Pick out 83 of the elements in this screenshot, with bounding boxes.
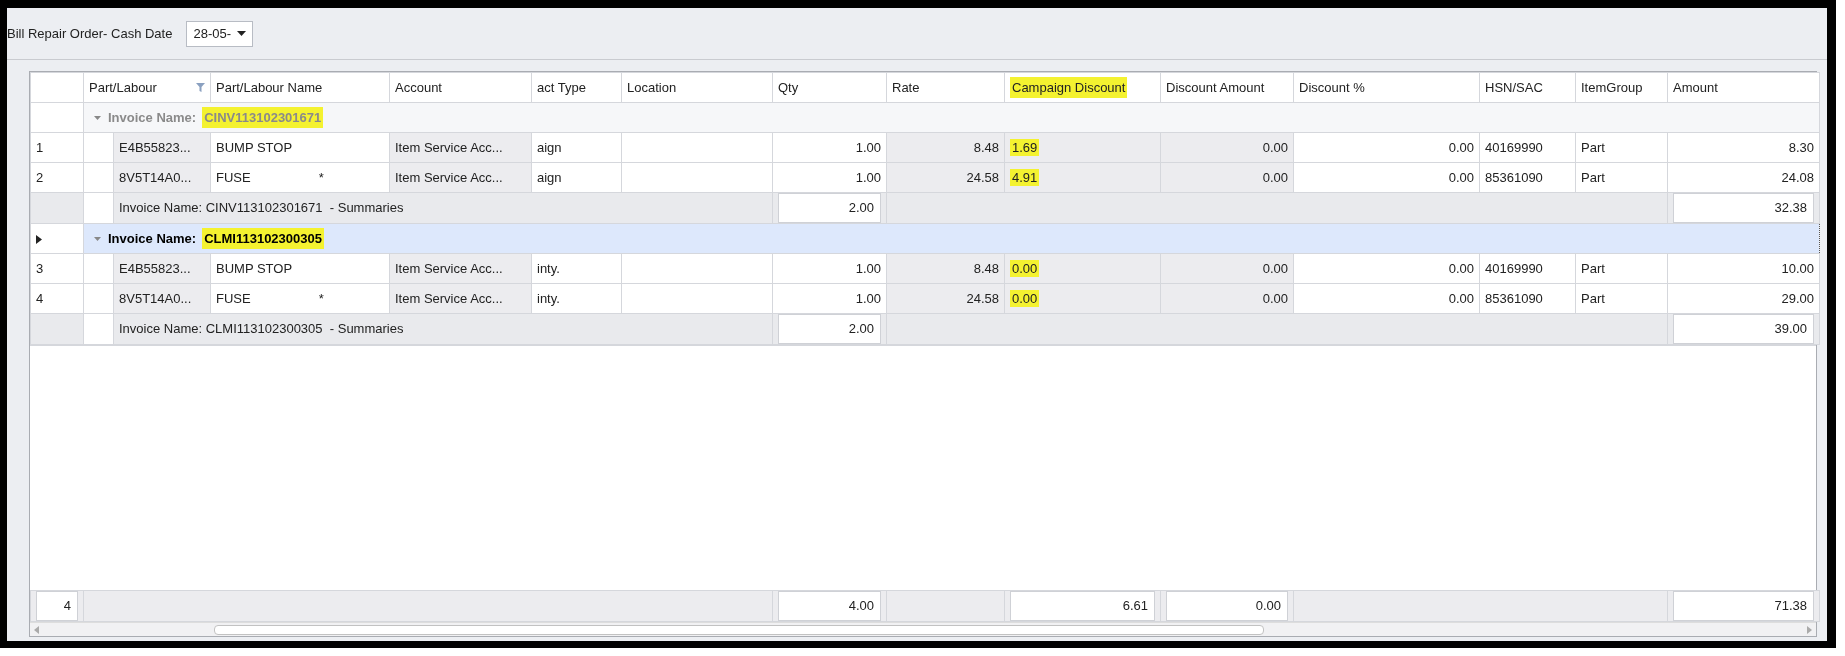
row-number: 3	[30, 253, 84, 284]
table-cell: 0.00	[1293, 162, 1480, 193]
table-cell: 1.00	[772, 132, 887, 163]
table-cell: 0.00	[1293, 132, 1480, 163]
table-cell: FUSE	[216, 290, 251, 306]
table-cell: 8.30	[1667, 132, 1820, 163]
group-label: Invoice Name:	[108, 229, 197, 248]
table-cell: Item Service Acc...	[389, 253, 532, 284]
table-cell: 10.00	[1667, 253, 1820, 284]
table-cell: Part	[1575, 162, 1668, 193]
group-label: Invoice Name:	[108, 108, 197, 127]
table-cell: 0.00	[1160, 253, 1294, 284]
table-cell: 24.58	[886, 162, 1005, 193]
table-cell: 85361090	[1479, 283, 1576, 314]
column-header[interactable]: Qty	[778, 77, 799, 98]
table-cell: 40169990	[1479, 253, 1576, 284]
total-value: 6.61	[1010, 591, 1156, 621]
scroll-left-icon[interactable]	[34, 625, 40, 634]
summary-total: 39.00	[1673, 314, 1814, 344]
scroll-right-icon[interactable]	[1806, 625, 1812, 634]
table-cell: 1.69	[1010, 138, 1040, 156]
table-cell: E4B55823...	[113, 253, 211, 284]
table-cell: 8.48	[886, 253, 1005, 284]
column-header[interactable]: Campaign Discount	[1010, 76, 1128, 99]
summary-total: 32.38	[1673, 193, 1814, 223]
column-header[interactable]: Rate	[892, 77, 920, 98]
table-cell: 0.00	[1293, 253, 1480, 284]
table-cell: BUMP STOP	[210, 132, 390, 163]
table-cell: 8.48	[886, 132, 1005, 163]
collapse-caret-icon[interactable]	[93, 113, 102, 122]
asterisk-mark: *	[318, 290, 324, 306]
table-cell: Item Service Acc...	[389, 283, 532, 314]
table-cell: 1.00	[772, 253, 887, 284]
total-value: 4	[36, 591, 78, 621]
table-cell: 0.00	[1160, 162, 1294, 193]
table-cell: 1.00	[772, 283, 887, 314]
date-dropdown[interactable]: 28-05-	[186, 20, 254, 47]
table-cell: 0.00	[1160, 283, 1294, 314]
table-cell: Part	[1575, 253, 1668, 284]
table-cell: Part	[1575, 132, 1668, 163]
summary-label: Invoice Name: CLMI113102300305 - Summaries	[119, 321, 404, 337]
table-cell: 40169990	[1479, 132, 1576, 163]
table-cell: 0.00	[1010, 259, 1040, 277]
table-cell: 29.00	[1667, 283, 1820, 314]
column-header[interactable]: Amount	[1673, 77, 1718, 98]
total-value: 71.38	[1673, 591, 1815, 621]
table-cell: 0.00	[1010, 289, 1040, 307]
table-cell: Item Service Acc...	[389, 132, 532, 163]
table-cell: Part	[1575, 283, 1668, 314]
table-cell: E4B55823...	[113, 132, 211, 163]
row-number: 1	[30, 132, 84, 163]
table-cell: 0.00	[1160, 132, 1294, 163]
table-cell: inty.	[531, 283, 622, 314]
table-cell: 24.58	[886, 283, 1005, 314]
table-cell: 4.91	[1010, 168, 1040, 186]
total-value: 4.00	[778, 591, 882, 621]
table-cell: 8V5T14A0...	[113, 283, 211, 314]
table-cell: inty.	[531, 253, 622, 284]
table-cell: 8V5T14A0...	[113, 162, 211, 193]
table-cell: 1.00	[772, 162, 887, 193]
group-name: CLMI113102300305	[202, 227, 324, 250]
scrollbar-thumb[interactable]	[214, 624, 1264, 635]
table-cell: BUMP STOP	[210, 253, 390, 284]
summary-label: Invoice Name: CINV113102301671 - Summaries	[119, 200, 404, 216]
row-number: 2	[30, 162, 84, 193]
table-cell: 24.08	[1667, 162, 1820, 193]
filter-icon[interactable]	[196, 83, 205, 92]
table-cell: 85361090	[1479, 162, 1576, 193]
toolbar-label: Bill Repair Order- Cash Date	[7, 24, 173, 43]
asterisk-mark: *	[318, 169, 324, 185]
table-cell: Item Service Acc...	[389, 162, 532, 193]
collapse-caret-icon[interactable]	[93, 234, 102, 243]
table-cell: aign	[531, 162, 622, 193]
table-cell: aign	[531, 132, 622, 163]
row-number: 4	[30, 283, 84, 314]
total-value: 0.00	[1166, 591, 1289, 621]
horizontal-scrollbar[interactable]	[30, 622, 1816, 636]
group-name: CINV113102301671	[202, 106, 324, 129]
table-cell: 0.00	[1293, 283, 1480, 314]
summary-total: 2.00	[778, 193, 881, 223]
caret-icon	[237, 30, 247, 37]
summary-total: 2.00	[778, 314, 881, 344]
table-cell: FUSE	[216, 169, 251, 185]
